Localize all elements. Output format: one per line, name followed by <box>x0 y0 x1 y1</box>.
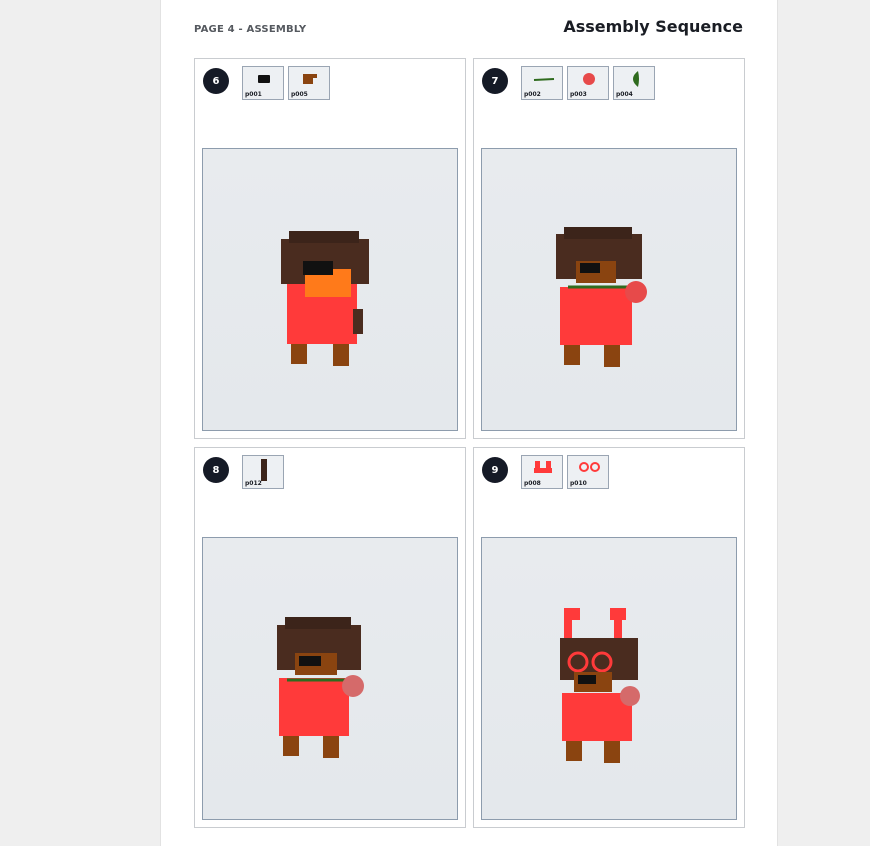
dog-model-step-6 <box>281 231 369 366</box>
part-thumbnail[interactable]: p012 <box>242 455 284 489</box>
page-title: Assembly Sequence <box>563 17 743 36</box>
parts-list: p012 <box>242 455 284 489</box>
page-label: PAGE 4 - ASSEMBLY <box>194 24 307 35</box>
model-render-view <box>481 148 737 431</box>
part-id: p005 <box>291 91 308 98</box>
part-thumbnail[interactable]: p001 <box>242 66 284 100</box>
dog-model-step-7 <box>556 227 647 367</box>
part-thumbnail[interactable]: p005 <box>288 66 330 100</box>
step-7-panel: 7 p002 p003 p004 <box>473 58 745 439</box>
step-number-badge: 9 <box>482 457 508 483</box>
instruction-page: PAGE 4 - ASSEMBLY Assembly Sequence 6 p0… <box>160 0 778 846</box>
dog-model-step-9 <box>560 608 640 763</box>
part-id: p012 <box>245 480 262 487</box>
model-render-view <box>481 537 737 820</box>
part-thumbnail[interactable]: p002 <box>521 66 563 100</box>
part-id: p004 <box>616 91 633 98</box>
parts-list: p008 p010 <box>521 455 609 489</box>
step-6-panel: 6 p001 p005 <box>194 58 466 439</box>
dog-model-step-8 <box>277 617 364 758</box>
part-thumbnail[interactable]: p008 <box>521 455 563 489</box>
step-9-panel: 9 p008 p010 <box>473 447 745 828</box>
part-id: p010 <box>570 480 587 487</box>
model-render-view <box>202 537 458 820</box>
step-number-badge: 8 <box>203 457 229 483</box>
step-8-panel: 8 p012 <box>194 447 466 828</box>
parts-list: p002 p003 p004 <box>521 66 655 100</box>
part-id: p003 <box>570 91 587 98</box>
part-id: p002 <box>524 91 541 98</box>
part-id: p008 <box>524 480 541 487</box>
part-id: p001 <box>245 91 262 98</box>
part-thumbnail[interactable]: p010 <box>567 455 609 489</box>
part-thumbnail[interactable]: p004 <box>613 66 655 100</box>
model-render-view <box>202 148 458 431</box>
part-thumbnail[interactable]: p003 <box>567 66 609 100</box>
step-number-badge: 6 <box>203 68 229 94</box>
step-number-badge: 7 <box>482 68 508 94</box>
parts-list: p001 p005 <box>242 66 330 100</box>
